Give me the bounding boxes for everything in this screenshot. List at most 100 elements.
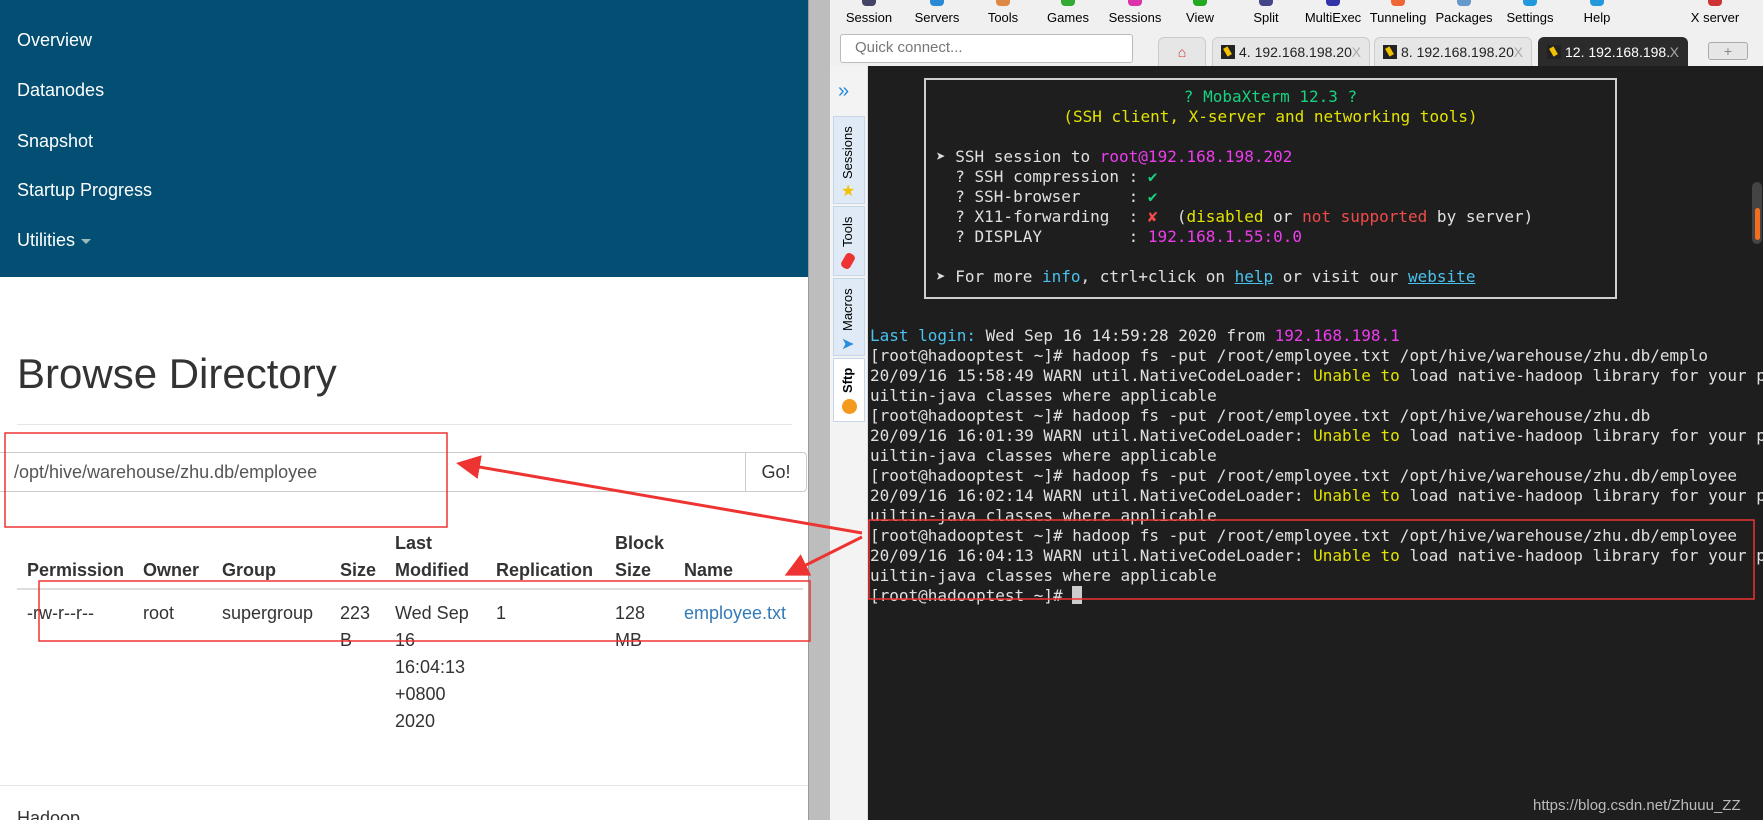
- home-icon: ⌂: [1177, 44, 1187, 60]
- col-replication[interactable]: Replication: [496, 530, 593, 584]
- sidebar-label: Sftp: [840, 367, 855, 393]
- tab-close-icon[interactable]: X: [1670, 44, 1679, 60]
- toolbar-tools-button[interactable]: Tools: [988, 10, 1018, 25]
- sidebar-tab-sftp[interactable]: Sftp: [833, 358, 865, 422]
- tools-icon: [839, 251, 857, 271]
- cell-size: 223 B: [340, 600, 370, 654]
- tab-label: 4. 192.168.198.20: [1239, 44, 1352, 60]
- login-ip: 192.168.198.1: [1274, 326, 1400, 345]
- globe-icon: [842, 399, 857, 414]
- settings-icon: [1523, 0, 1537, 6]
- toolbar-servers-button[interactable]: Servers: [915, 10, 960, 25]
- t: Unable to: [1313, 426, 1400, 445]
- warn-line: 20/09/16 16:01:39 WARN util.NativeCodeLo…: [870, 426, 1763, 446]
- prompt-line[interactable]: [root@hadooptest ~]#: [870, 586, 1083, 606]
- last-login-line: Last login: Wed Sep 16 14:59:28 2020 fro…: [870, 326, 1400, 346]
- t: disabled: [1186, 207, 1264, 226]
- toolbar-sessions-button[interactable]: Sessions: [1109, 10, 1162, 25]
- t: , ctrl+click on: [1080, 267, 1235, 286]
- nav-startup-progress[interactable]: Startup Progress: [17, 180, 152, 201]
- col-line1: [340, 530, 376, 557]
- block-size-value: 128: [615, 603, 646, 623]
- banner-x11: ? X11-forwarding : ✘ (disabled or not su…: [936, 207, 1533, 227]
- tab-close-icon[interactable]: X: [1352, 44, 1361, 60]
- left-window-scrollbar[interactable]: [808, 0, 830, 820]
- expand-chevrons-icon[interactable]: »: [838, 80, 849, 103]
- col-line1: [684, 530, 733, 557]
- modified-part: Wed Sep: [395, 603, 469, 623]
- col-line1: Block: [615, 533, 665, 553]
- t: [root@hadooptest ~]# hadoop fs -put /roo…: [870, 526, 1737, 545]
- t: Unable to: [1313, 546, 1400, 565]
- sidebar-tab-macros[interactable]: Macros ➤: [833, 278, 865, 356]
- toolbar-view-button[interactable]: View: [1186, 10, 1214, 25]
- toolbar-x-server-button[interactable]: X server: [1691, 10, 1739, 25]
- file-link-employee[interactable]: employee.txt: [684, 600, 786, 627]
- block-size-unit: MB: [615, 630, 642, 650]
- toolbar-split-button[interactable]: Split: [1253, 10, 1278, 25]
- col-permission[interactable]: Permission: [27, 530, 124, 584]
- t: by server): [1427, 207, 1534, 226]
- tab-close-icon[interactable]: X: [1514, 44, 1523, 60]
- col-block-size[interactable]: Block Size: [615, 530, 664, 584]
- key-icon: [1383, 45, 1397, 59]
- website-link[interactable]: website: [1408, 267, 1475, 286]
- toolbar-tunneling-button[interactable]: Tunneling: [1370, 10, 1427, 25]
- t: load native-hadoop library for your plat…: [1409, 426, 1763, 445]
- t: [root@hadooptest ~]# hadoop fs -put /roo…: [870, 346, 1709, 365]
- t: 20/09/16 16:02:14 WARN util.NativeCodeLo…: [870, 486, 1314, 505]
- go-button[interactable]: Go!: [745, 452, 807, 492]
- session-tab-8[interactable]: 8. 192.168.198.20 X: [1374, 37, 1532, 66]
- t: Wed Sep 16 14:59:28 2020 from: [975, 326, 1275, 345]
- warn-continuation-line: uiltin-java classes where applicable: [870, 566, 1217, 586]
- t: [root@hadooptest ~]# hadoop fs -put /roo…: [870, 406, 1651, 425]
- nav-datanodes[interactable]: Datanodes: [17, 80, 104, 101]
- help-link[interactable]: help: [1235, 267, 1274, 286]
- sidebar-tab-sessions[interactable]: Sessions ★: [833, 116, 865, 204]
- toolbar-settings-button[interactable]: Settings: [1507, 10, 1554, 25]
- col-line1: [496, 530, 593, 557]
- toolbar-multiexec-button[interactable]: MultiExec: [1305, 10, 1361, 25]
- nav-snapshot[interactable]: Snapshot: [17, 131, 93, 152]
- col-size[interactable]: Size: [340, 530, 376, 584]
- toolbar-session-button[interactable]: Session: [846, 10, 892, 25]
- nav-overview[interactable]: Overview: [17, 30, 92, 51]
- session-tab-12-active[interactable]: 12. 192.168.198. X: [1538, 37, 1688, 66]
- col-last-modified[interactable]: Last Modified: [395, 530, 469, 584]
- t: 20/09/16 16:04:13 WARN util.NativeCodeLo…: [870, 546, 1314, 565]
- paper-plane-icon: ➤: [841, 336, 855, 353]
- t: 20/09/16 15:58:49 WARN util.NativeCodeLo…: [870, 366, 1314, 385]
- info-link[interactable]: info: [1042, 267, 1081, 286]
- toolbar-games-button[interactable]: Games: [1047, 10, 1089, 25]
- page-title: Browse Directory: [17, 350, 337, 397]
- session-tab-4[interactable]: 4. 192.168.198.20 X: [1212, 37, 1370, 66]
- nav-utilities[interactable]: Utilities: [17, 230, 92, 251]
- directory-path-input[interactable]: /opt/hive/warehouse/zhu.db/employee: [0, 452, 746, 492]
- col-owner[interactable]: Owner: [143, 530, 199, 584]
- col-group[interactable]: Group: [222, 530, 276, 584]
- terminal-scrollbar-thumb[interactable]: [1755, 208, 1760, 240]
- t: load native-hadoop library for your plat…: [1409, 486, 1763, 505]
- tab-label: 12. 192.168.198.: [1565, 44, 1671, 60]
- ssh-host: @192.168.198.202: [1138, 147, 1293, 166]
- prompt: [root@hadooptest ~]#: [870, 586, 1073, 605]
- quick-connect-input[interactable]: Quick connect...: [840, 34, 1133, 63]
- cell-group: supergroup: [222, 603, 314, 623]
- star-icon: ★: [841, 183, 856, 200]
- x-server-icon: [1708, 0, 1722, 6]
- divider: [17, 424, 792, 425]
- modified-part: 16:04:13: [395, 657, 466, 677]
- hdfs-browser-page: Overview Datanodes Snapshot Startup Prog…: [0, 0, 808, 820]
- top-nav: Overview Datanodes Snapshot Startup Prog…: [0, 0, 808, 277]
- sidebar-tab-tools[interactable]: Tools: [833, 206, 865, 276]
- home-tab[interactable]: ⌂: [1158, 37, 1206, 66]
- terminal[interactable]: ? MobaXterm 12.3 ? (SSH client, X-server…: [868, 66, 1763, 820]
- table-header-divider: [17, 588, 803, 590]
- watermark: https://blog.csdn.net/Zhuuu_ZZ: [1533, 797, 1741, 814]
- toolbar-packages-button[interactable]: Packages: [1435, 10, 1492, 25]
- col-name[interactable]: Name: [684, 530, 733, 584]
- sidebar-label: Tools: [840, 216, 855, 247]
- toolbar-help-button[interactable]: Help: [1584, 10, 1611, 25]
- new-tab-button[interactable]: +: [1708, 42, 1748, 60]
- cell-replication: 1: [496, 603, 507, 623]
